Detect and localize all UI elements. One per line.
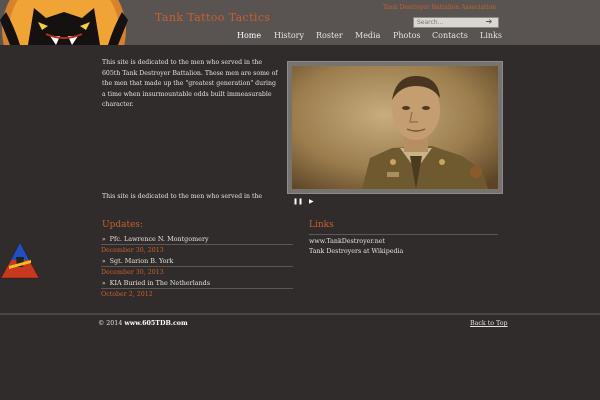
update-link[interactable]: » KIA Buried in The Netherlands xyxy=(101,278,293,289)
updates-list: » Pfc. Lawrence N. Montgomery December 30… xyxy=(101,234,293,300)
nav-home[interactable]: Home xyxy=(237,31,261,40)
site-title[interactable]: Tank Tattoo Tactics xyxy=(155,11,270,24)
update-date: December 30, 2013 xyxy=(101,247,164,254)
slideshow-frame xyxy=(287,61,503,194)
links-heading: Links xyxy=(309,220,334,230)
update-link[interactable]: » Sgt. Marion B. York xyxy=(101,256,293,267)
back-to-top-link[interactable]: Back to Top xyxy=(470,320,508,327)
double-arrow-icon: » xyxy=(102,258,106,265)
pause-icon[interactable]: ❚❚ xyxy=(293,198,303,205)
update-link[interactable]: » Pfc. Lawrence N. Montgomery xyxy=(101,234,293,245)
search-input[interactable] xyxy=(417,18,483,27)
links-list: www.TankDestroyer.net Tank Destroyers at… xyxy=(309,237,403,257)
nav-links[interactable]: Links xyxy=(480,31,502,40)
link-tankdestroyer[interactable]: www.TankDestroyer.net xyxy=(309,237,403,247)
search-arrow-icon[interactable]: ➔ xyxy=(483,18,495,27)
footer-copyright: © 2014 www.605TDB.com xyxy=(98,320,188,327)
nav-history[interactable]: History xyxy=(274,31,304,40)
footer-site-link[interactable]: www.605TDB.com xyxy=(124,320,187,327)
updates-heading: Updates: xyxy=(102,220,144,230)
nav-media[interactable]: Media xyxy=(355,31,380,40)
links-divider xyxy=(309,234,498,235)
play-icon[interactable]: ▶ xyxy=(309,198,314,205)
nav-roster[interactable]: Roster xyxy=(316,31,343,40)
nav-contacts[interactable]: Contacts xyxy=(432,31,468,40)
panther-logo[interactable] xyxy=(0,0,128,45)
double-arrow-icon: » xyxy=(102,236,106,243)
update-date: October 2, 2012 xyxy=(101,291,153,298)
nav-photos[interactable]: Photos xyxy=(393,31,421,40)
header: Tank Tattoo Tactics Tank Destroyer Batta… xyxy=(0,0,600,45)
link-wikipedia[interactable]: Tank Destroyers at Wikipedia xyxy=(309,247,403,257)
armored-division-patch-icon xyxy=(0,241,40,280)
intro-text-repeat: This site is dedicated to the men who se… xyxy=(102,193,263,199)
footer-divider xyxy=(0,313,600,315)
site-tagline: Tank Destroyer Battalion Association xyxy=(383,4,496,11)
double-arrow-icon: » xyxy=(102,280,106,287)
soldier-portrait-photo xyxy=(292,66,498,189)
update-date: December 30, 2013 xyxy=(101,269,164,276)
intro-text: This site is dedicated to the men who se… xyxy=(102,59,278,109)
slideshow-controls: ❚❚ ▶ xyxy=(293,198,318,207)
search-box: ➔ xyxy=(413,17,499,28)
